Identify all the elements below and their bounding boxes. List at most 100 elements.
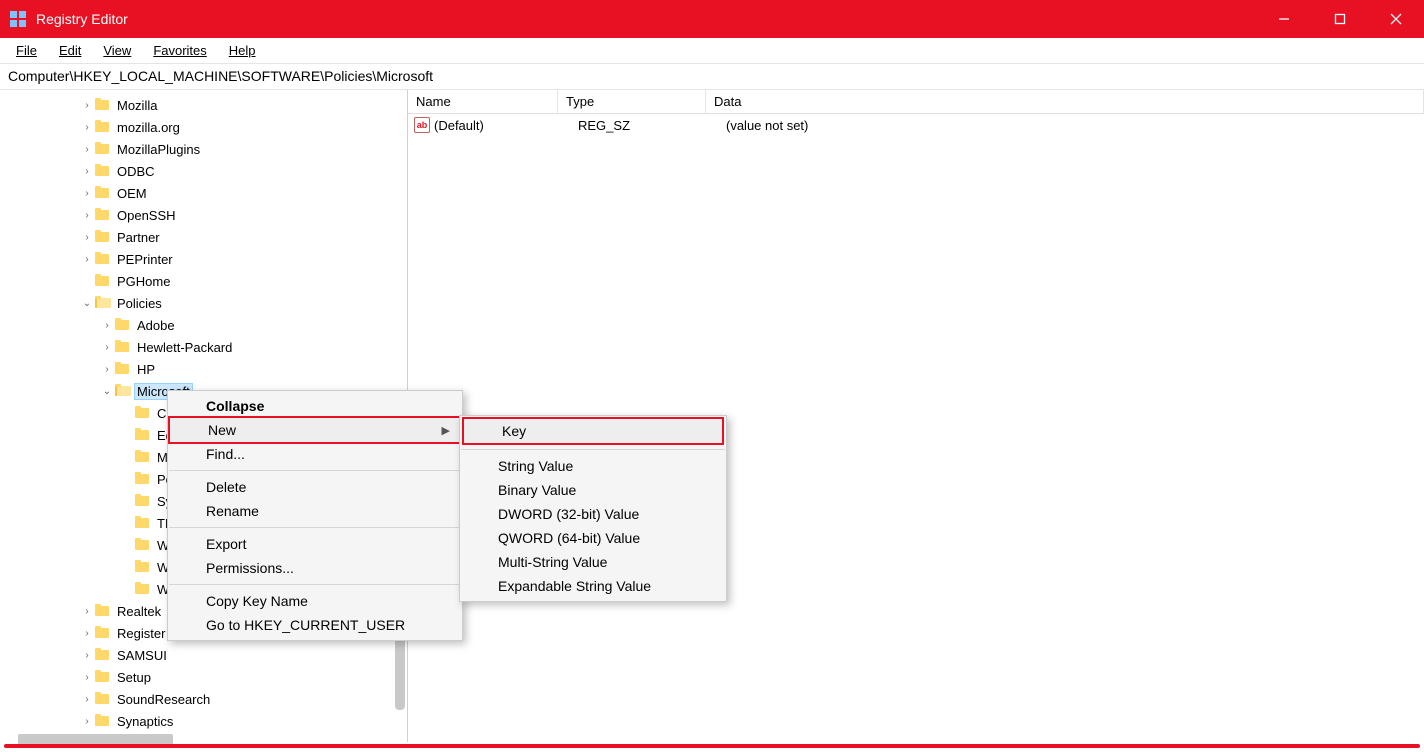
tree-item[interactable]: ›Partner	[0, 226, 407, 248]
ctx-new[interactable]: New ▶	[168, 416, 462, 444]
ctx-delete[interactable]: Delete	[168, 475, 462, 499]
tree-item[interactable]: › mozilla.org	[0, 116, 407, 138]
menu-help[interactable]: Help	[219, 40, 266, 61]
tree-item[interactable]: ›Hewlett-Packard	[0, 336, 407, 358]
ctx-export[interactable]: Export	[168, 532, 462, 556]
col-type[interactable]: Type	[558, 90, 706, 113]
chevron-right-icon[interactable]: ›	[80, 144, 94, 155]
ctx-collapse[interactable]: Collapse	[168, 394, 462, 418]
folder-icon	[94, 648, 110, 662]
chevron-down-icon[interactable]: ⌄	[80, 298, 94, 309]
chevron-right-icon[interactable]: ›	[80, 188, 94, 199]
chevron-right-icon[interactable]: ›	[80, 694, 94, 705]
tree-item[interactable]: ⌄Policies	[0, 292, 407, 314]
tree-item-label: SoundResearch	[114, 691, 213, 708]
minimize-button[interactable]	[1256, 0, 1312, 38]
tree-item-label: mozilla.org	[114, 119, 183, 136]
chevron-right-icon[interactable]: ›	[80, 254, 94, 265]
ctx-copy-key-name[interactable]: Copy Key Name	[168, 589, 462, 613]
value-row[interactable]: ab(Default)REG_SZ(value not set)	[408, 114, 1424, 136]
folder-icon	[114, 384, 130, 398]
tree-item[interactable]: ›SAMSUI	[0, 644, 407, 666]
ctx-new-dword[interactable]: DWORD (32-bit) Value	[460, 502, 726, 526]
folder-icon	[94, 692, 110, 706]
context-submenu-new: Key String Value Binary Value DWORD (32-…	[459, 415, 727, 602]
menu-view[interactable]: View	[93, 40, 141, 61]
ctx-permissions[interactable]: Permissions...	[168, 556, 462, 580]
col-name[interactable]: Name	[408, 90, 558, 113]
close-button[interactable]	[1368, 0, 1424, 38]
tree-item[interactable]: PGHome	[0, 270, 407, 292]
tree-item[interactable]: › ODBC	[0, 160, 407, 182]
context-menu: Collapse New ▶ Find... Delete Rename Exp…	[167, 390, 463, 641]
chevron-right-icon[interactable]: ›	[80, 100, 94, 111]
ctx-find[interactable]: Find...	[168, 442, 462, 466]
ctx-new-key[interactable]: Key	[462, 417, 724, 445]
tree-item-label: Adobe	[134, 317, 178, 334]
tree-item-label: ODBC	[114, 163, 158, 180]
chevron-right-icon[interactable]: ›	[80, 232, 94, 243]
ctx-new-expandstring[interactable]: Expandable String Value	[460, 574, 726, 598]
col-data[interactable]: Data	[706, 90, 1424, 113]
tree-item[interactable]: ›Setup	[0, 666, 407, 688]
tree-item-label: OEM	[114, 185, 150, 202]
chevron-right-icon[interactable]: ›	[100, 342, 114, 353]
menu-bar: File Edit View Favorites Help	[0, 38, 1424, 64]
ctx-new-binary[interactable]: Binary Value	[460, 478, 726, 502]
folder-icon	[134, 406, 150, 420]
folder-icon	[114, 318, 130, 332]
chevron-right-icon[interactable]: ›	[80, 672, 94, 683]
chevron-right-icon[interactable]: ›	[80, 716, 94, 727]
tree-item[interactable]: ›PEPrinter	[0, 248, 407, 270]
tree-item[interactable]: ›Mozilla	[0, 94, 407, 116]
window-controls	[1256, 0, 1424, 38]
window-border-bottom	[4, 744, 1420, 748]
value-data: (value not set)	[726, 118, 1424, 133]
chevron-right-icon[interactable]: ›	[80, 210, 94, 221]
tree-item[interactable]: › Synaptics	[0, 710, 407, 732]
title-bar: Registry Editor	[0, 0, 1424, 38]
chevron-right-icon[interactable]: ›	[80, 650, 94, 661]
tree-item-label: Synaptics	[114, 713, 176, 730]
chevron-down-icon[interactable]: ⌄	[100, 386, 114, 397]
chevron-right-icon[interactable]: ›	[80, 628, 94, 639]
tree-item[interactable]: › Adobe	[0, 314, 407, 336]
folder-icon	[134, 450, 150, 464]
folder-icon	[94, 714, 110, 728]
folder-icon	[94, 626, 110, 640]
tree-item[interactable]: ›MozillaPlugins	[0, 138, 407, 160]
maximize-button[interactable]	[1312, 0, 1368, 38]
chevron-right-icon[interactable]: ›	[80, 122, 94, 133]
tree-item-label: HP	[134, 361, 158, 378]
folder-icon	[134, 428, 150, 442]
ctx-new-qword[interactable]: QWORD (64-bit) Value	[460, 526, 726, 550]
tree-item-label: Realtek	[114, 603, 164, 620]
address-bar[interactable]: Computer\HKEY_LOCAL_MACHINE\SOFTWARE\Pol…	[0, 64, 1424, 90]
tree-item[interactable]: › OEM	[0, 182, 407, 204]
value-name: (Default)	[434, 118, 578, 133]
menu-edit[interactable]: Edit	[49, 40, 91, 61]
app-icon	[8, 9, 28, 29]
ctx-goto-hkcu[interactable]: Go to HKEY_CURRENT_USER	[168, 613, 462, 637]
ctx-new-multistring[interactable]: Multi-String Value	[460, 550, 726, 574]
folder-icon	[114, 340, 130, 354]
tree-item-label: OpenSSH	[114, 207, 179, 224]
menu-file[interactable]: File	[6, 40, 47, 61]
folder-icon	[134, 582, 150, 596]
folder-icon	[94, 274, 110, 288]
chevron-right-icon[interactable]: ›	[100, 364, 114, 375]
chevron-right-icon[interactable]: ›	[80, 166, 94, 177]
folder-icon	[94, 164, 110, 178]
chevron-right-icon[interactable]: ›	[80, 606, 94, 617]
tree-item[interactable]: › SoundResearch	[0, 688, 407, 710]
folder-icon	[94, 142, 110, 156]
chevron-right-icon[interactable]: ›	[100, 320, 114, 331]
value-type: REG_SZ	[578, 118, 726, 133]
tree-item[interactable]: › HP	[0, 358, 407, 380]
folder-icon	[94, 120, 110, 134]
ctx-rename[interactable]: Rename	[168, 499, 462, 523]
tree-item-label: PGHome	[114, 273, 173, 290]
tree-item[interactable]: › OpenSSH	[0, 204, 407, 226]
menu-favorites[interactable]: Favorites	[143, 40, 216, 61]
ctx-new-string[interactable]: String Value	[460, 454, 726, 478]
